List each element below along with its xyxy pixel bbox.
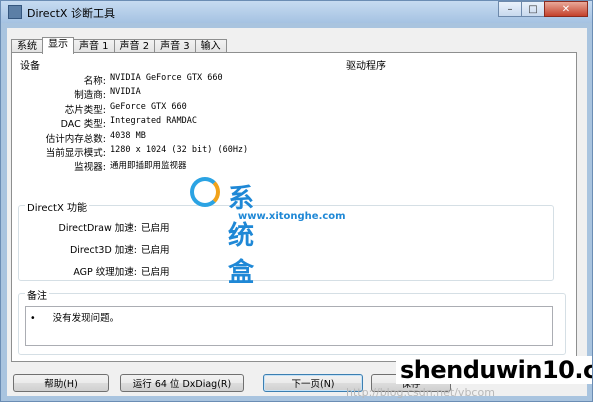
close-button[interactable]: ✕ [544,1,588,17]
device-row-value: GeForce GTX 660 [110,101,187,112]
device-row-label: DAC 类型: [60,119,106,131]
bullet-icon: • [30,313,36,324]
device-section-label: 设备 [18,57,42,72]
notes-item: • 没有发现问题。 [30,313,120,324]
window-controls: – □ ✕ [498,1,588,19]
display-tab-page: 设备 名称: NVIDIA GeForce GTX 660 制造商: NVIDIA 芯片… [11,52,577,362]
device-row-label: 估计内存总数: [45,133,106,145]
tab-display[interactable]: 显示 [42,37,74,54]
shenduwin-watermark: shenduwin10.com [396,356,592,384]
device-row-value: 通用即插即用监视器 [110,161,187,172]
device-row-label: 当前显示模式: [45,148,106,159]
device-row-value: 1280 x 1024 (32 bit) (60Hz) [110,145,249,155]
feature-row-value: 已启用 [141,267,170,278]
run-64bit-dxdiag-button[interactable]: 运行 64 位 DxDiag(R) [120,374,244,392]
device-row-value: NVIDIA [110,87,141,98]
driver-section-label: 驱动程序 [344,57,388,72]
watermark-site-name: 系统盒 [228,184,255,288]
close-icon: ✕ [561,3,571,15]
maximize-button[interactable]: □ [521,1,545,17]
device-row-label: 芯片类型: [64,104,106,116]
device-row-value: Integrated RAMDAC [110,116,197,127]
minimize-button[interactable]: – [498,1,522,17]
device-row-label: 监视器: [74,162,106,174]
device-row-label: 名称: [83,76,106,87]
device-row-value: NVIDIA GeForce GTX 660 [110,73,223,83]
dxdiag-window: DirectX 诊断工具 – □ ✕ 系统 显示 声音 1 声音 2 声音 3 … [0,0,593,402]
notes-label: 备注 [25,287,49,302]
minimize-icon: – [507,3,513,15]
feature-row-value: 已启用 [141,223,170,234]
device-row-label: 制造商: [74,90,106,102]
feature-row-value: 已启用 [141,245,170,256]
maximize-icon: □ [528,3,538,15]
device-group: 设备 名称: NVIDIA GeForce GTX 660 制造商: NVIDIA 芯片… [18,57,338,195]
feature-row-label: DirectDraw 加速: [58,223,137,234]
driver-group: 驱动程序 主驱动程序:nvd3dumx.dll,nvwgf2umx.dll,nv… [344,57,574,195]
dialog-client-area: 系统 显示 声音 1 声音 2 声音 3 输入 设备 名称: NVIDIA GeF… [7,28,587,396]
csdn-watermark: http://blog.csdn.net/vbcom [346,386,495,399]
help-button[interactable]: 帮助(H) [13,374,109,392]
feature-row-label: Direct3D 加速: [69,245,137,256]
directx-features-label: DirectX 功能 [25,199,89,214]
notes-group: 备注 • 没有发现问题。 [18,287,566,355]
notes-textbox[interactable]: • 没有发现问题。 [25,306,553,346]
title-bar[interactable]: DirectX 诊断工具 – □ ✕ [1,1,592,23]
watermark-site-url: www.xitonghe.com [238,211,346,222]
device-row-value: 4038 MB [110,130,146,141]
xitonghe-logo-icon [190,177,220,207]
directx-app-icon [8,5,22,19]
feature-row-label: AGP 纹理加速: [73,267,137,278]
window-title: DirectX 诊断工具 [27,7,115,20]
tab-strip: 系统 显示 声音 1 声音 2 声音 3 输入 [11,37,227,54]
